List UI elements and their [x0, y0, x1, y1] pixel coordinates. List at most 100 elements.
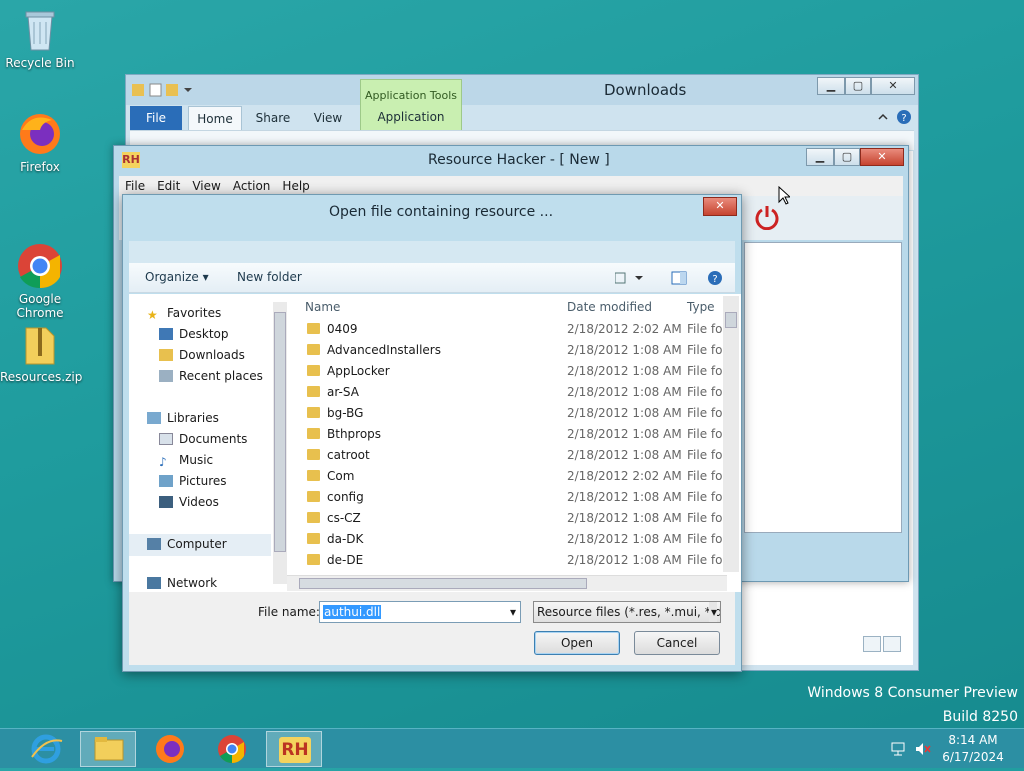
- table-row[interactable]: Com 2/18/2012 2:02 AM File fol: [287, 466, 727, 487]
- menu-action[interactable]: Action: [227, 176, 277, 196]
- column-header-date-modified[interactable]: Date modified: [567, 300, 652, 314]
- minimize-button[interactable]: ▁: [806, 148, 834, 166]
- help-icon[interactable]: ?: [896, 109, 912, 128]
- tab-home[interactable]: Home: [188, 106, 242, 130]
- file-list-scrollbar[interactable]: [723, 296, 739, 572]
- chrome-icon: [218, 735, 246, 763]
- taskbar-firefox[interactable]: [142, 731, 198, 767]
- volume-muted-icon[interactable]: [914, 741, 932, 760]
- large-icons-view-icon[interactable]: [883, 636, 901, 652]
- dialog-close-button[interactable]: ✕: [703, 197, 737, 216]
- organize-button[interactable]: Organize ▾: [145, 270, 209, 284]
- details-view-icon[interactable]: [863, 636, 881, 652]
- application-tools-contextual-tab[interactable]: Application Tools Application: [360, 79, 462, 131]
- table-row[interactable]: Bthprops 2/18/2012 1:08 AM File fol: [287, 424, 727, 445]
- new-folder-button[interactable]: New folder: [237, 270, 302, 284]
- table-row[interactable]: da-DK 2/18/2012 1:08 AM File fol: [287, 529, 727, 550]
- scrollbar-thumb[interactable]: [274, 312, 286, 552]
- nav-desktop[interactable]: Desktop: [159, 327, 229, 341]
- row-type: File fol: [687, 553, 726, 567]
- nav-recent-places[interactable]: Recent places: [159, 369, 263, 383]
- view-switcher: [861, 636, 901, 655]
- clock-time[interactable]: 8:14 AM: [938, 733, 1008, 747]
- nav-videos[interactable]: Videos: [159, 495, 219, 509]
- clock-date[interactable]: 6/17/2024: [938, 750, 1008, 764]
- ribbon-collapse-icon[interactable]: [876, 110, 890, 127]
- dialog-footer: File name: authui.dll ▾ Resource files (…: [129, 592, 735, 665]
- chevron-down-icon[interactable]: ▾: [708, 602, 717, 622]
- svg-text:?: ?: [712, 274, 717, 285]
- scrollbar-thumb[interactable]: [299, 578, 587, 589]
- open-button[interactable]: Open: [534, 631, 620, 655]
- desktop-icon-firefox[interactable]: Firefox: [0, 110, 80, 174]
- folder-icon: [307, 407, 320, 418]
- navigation-scrollbar[interactable]: [273, 302, 287, 584]
- tab-share[interactable]: Share: [248, 106, 298, 130]
- power-icon[interactable]: [754, 204, 780, 231]
- row-date: 2/18/2012 1:08 AM: [567, 490, 682, 504]
- menu-edit[interactable]: Edit: [151, 176, 186, 196]
- file-type-select[interactable]: Resource files (*.res, *.mui, *.dll ▾: [533, 601, 721, 623]
- resource-hacker-icon: RH: [279, 737, 311, 763]
- chevron-down-icon[interactable]: ▾: [510, 602, 516, 622]
- folder-icon: [307, 554, 320, 565]
- nav-network[interactable]: Network: [147, 576, 217, 590]
- maximize-button[interactable]: ▢: [845, 77, 871, 95]
- table-row[interactable]: AdvancedInstallers 2/18/2012 1:08 AM File …: [287, 340, 727, 361]
- close-button[interactable]: ✕: [860, 148, 904, 166]
- nav-music[interactable]: ♪ Music: [159, 453, 213, 469]
- network-icon: [147, 577, 161, 589]
- menu-file[interactable]: File: [119, 176, 151, 196]
- tab-view[interactable]: View: [306, 106, 350, 130]
- nav-libraries[interactable]: Libraries: [147, 411, 219, 425]
- taskbar-chrome[interactable]: [204, 731, 260, 767]
- cancel-button[interactable]: Cancel: [634, 631, 720, 655]
- folder-icon: [307, 344, 320, 355]
- taskbar-ie[interactable]: [18, 731, 74, 767]
- menu-help[interactable]: Help: [276, 176, 315, 196]
- column-header-name[interactable]: Name: [305, 300, 340, 314]
- row-name: AppLocker: [327, 364, 390, 378]
- desktop-icon-recycle-bin[interactable]: Recycle Bin: [0, 6, 80, 70]
- desktop-icon-chrome[interactable]: Google Chrome: [0, 214, 80, 334]
- command-bar: Organize ▾ New folder ?: [129, 263, 735, 293]
- table-row[interactable]: de-DE 2/18/2012 1:08 AM File fol: [287, 550, 727, 571]
- desktop-icon-resources-zip[interactable]: Resources.zip: [0, 320, 82, 384]
- file-list[interactable]: Name Date modified Type 0409 2/18/2012 2:…: [287, 294, 741, 592]
- close-button[interactable]: ✕: [871, 77, 915, 95]
- minimize-button[interactable]: ▁: [817, 77, 845, 95]
- table-row[interactable]: bg-BG 2/18/2012 1:08 AM File fol: [287, 403, 727, 424]
- file-list-horizontal-scrollbar[interactable]: [287, 575, 727, 591]
- quick-access-toolbar[interactable]: [132, 82, 192, 98]
- nav-pictures[interactable]: Pictures: [159, 474, 227, 488]
- table-row[interactable]: config 2/18/2012 1:08 AM File fol: [287, 487, 727, 508]
- preview-pane-icon[interactable]: [671, 270, 687, 289]
- taskbar-explorer[interactable]: [80, 731, 136, 767]
- table-row[interactable]: catroot 2/18/2012 1:08 AM File fol: [287, 445, 727, 466]
- change-view-icon[interactable]: [614, 271, 645, 288]
- table-row[interactable]: ar-SA 2/18/2012 1:08 AM File fol: [287, 382, 727, 403]
- file-name-input[interactable]: authui.dll ▾: [319, 601, 521, 623]
- nav-favorites[interactable]: ★ Favorites: [147, 306, 221, 322]
- network-icon[interactable]: [890, 741, 906, 760]
- column-header-type[interactable]: Type: [687, 300, 715, 314]
- nav-computer[interactable]: Computer: [129, 534, 271, 556]
- table-row[interactable]: cs-CZ 2/18/2012 1:08 AM File fol: [287, 508, 727, 529]
- table-row[interactable]: 0409 2/18/2012 2:02 AM File fol: [287, 319, 727, 340]
- minimize-icon: ▁: [826, 79, 836, 92]
- maximize-button[interactable]: ▢: [834, 148, 860, 166]
- menu-view[interactable]: View: [186, 176, 226, 196]
- open-file-dialog[interactable]: Open file containing resource ... ✕ Orga…: [122, 194, 742, 672]
- row-date: 2/18/2012 1:08 AM: [567, 406, 682, 420]
- nav-documents[interactable]: Documents: [159, 432, 247, 446]
- music-icon: ♪: [159, 455, 167, 469]
- table-row[interactable]: AppLocker 2/18/2012 1:08 AM File fol: [287, 361, 727, 382]
- nav-downloads[interactable]: Downloads: [159, 348, 245, 362]
- tab-file[interactable]: File: [130, 106, 182, 130]
- taskbar-resource-hacker[interactable]: RH: [266, 731, 322, 767]
- scrollbar-thumb[interactable]: [725, 312, 737, 328]
- videos-icon: [159, 496, 173, 508]
- help-icon[interactable]: ?: [707, 270, 723, 289]
- address-bar[interactable]: [129, 241, 735, 263]
- explorer-titlebar[interactable]: Application Tools Application Downloads …: [126, 75, 918, 131]
